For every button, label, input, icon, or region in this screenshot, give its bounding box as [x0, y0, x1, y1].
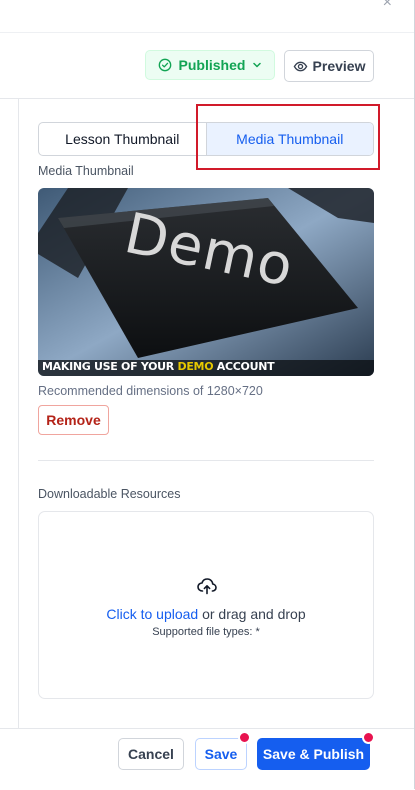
- side-panel: × Published Preview Lesson Thumbnail Med…: [0, 0, 415, 790]
- save-notification-dot: [238, 731, 251, 744]
- save-publish-button[interactable]: Save & Publish: [257, 738, 370, 770]
- footer-bar: Cancel Save Save & Publish: [0, 728, 414, 790]
- content-border: [18, 98, 19, 728]
- preview-label: Preview: [312, 58, 366, 74]
- upload-instructions: Click to upload or drag and drop: [106, 606, 306, 622]
- media-thumbnail-image[interactable]: Demo MAKING USE OF YOUR DEMO ACCOUNT: [38, 188, 374, 376]
- supported-file-types: Supported file types: *: [152, 626, 260, 638]
- tab-lesson-thumbnail[interactable]: Lesson Thumbnail: [39, 123, 206, 155]
- check-circle-icon: [158, 58, 171, 72]
- close-icon[interactable]: ×: [383, 0, 392, 12]
- upload-dropzone[interactable]: Click to upload or drag and drop Support…: [38, 511, 374, 699]
- section-divider: [38, 460, 374, 461]
- status-label: Published: [178, 57, 246, 73]
- downloadable-resources-label: Downloadable Resources: [38, 487, 181, 501]
- eye-icon: [293, 61, 307, 71]
- click-to-upload-link[interactable]: Click to upload: [106, 606, 198, 622]
- save-button[interactable]: Save: [195, 738, 247, 770]
- chevron-down-icon: [253, 62, 262, 68]
- remove-button[interactable]: Remove: [38, 405, 109, 435]
- media-thumbnail-label: Media Thumbnail: [38, 164, 134, 178]
- cancel-button[interactable]: Cancel: [118, 738, 184, 770]
- publish-notification-dot: [362, 731, 375, 744]
- panel-header: Published Preview: [0, 33, 414, 99]
- upload-cloud-icon: [197, 578, 217, 595]
- preview-button[interactable]: Preview: [284, 50, 374, 82]
- highlight-annotation: [196, 104, 380, 170]
- recommended-dimensions: Recommended dimensions of 1280×720: [38, 384, 263, 398]
- top-strip: ×: [0, 0, 414, 33]
- image-caption: MAKING USE OF YOUR DEMO ACCOUNT: [42, 360, 275, 373]
- status-dropdown[interactable]: Published: [145, 50, 275, 80]
